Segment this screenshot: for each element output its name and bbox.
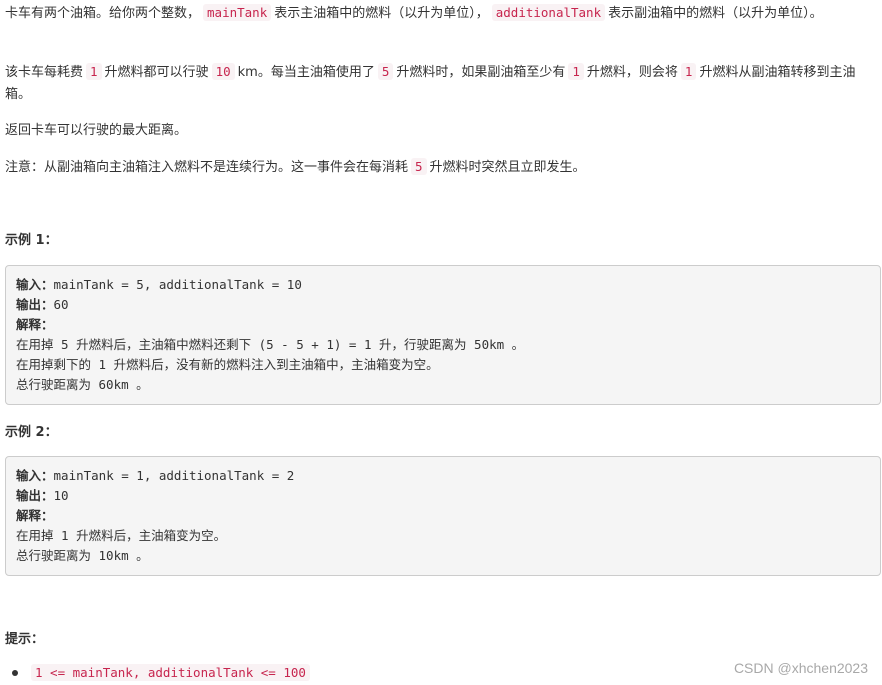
text: km。每当主油箱使用了 [237,65,375,80]
inline-code: 1 [680,63,697,80]
example-1-block: 输入：mainTank = 5, additionalTank = 10 输出：… [5,265,881,405]
hint-code: 1 <= mainTank, additionalTank <= 100 [31,664,310,681]
inline-code: 1 [568,63,584,80]
output-value: 60 [53,297,69,312]
hints-list: 1 <= mainTank, additionalTank <= 100 [5,663,310,684]
text: 升燃料时突然且立即发生。 [429,160,586,175]
problem-paragraph-3: 返回卡车可以行驶的最大距离。 [5,123,188,138]
text: 注意：从副油箱向主油箱注入燃料不是连续行为。这一事件会在每消耗 [5,160,409,175]
example-2-block: 输入：mainTank = 1, additionalTank = 2 输出：1… [5,456,881,576]
output-value: 10 [53,488,69,503]
inline-code: additionalTank [491,4,606,21]
inline-code: 5 [411,158,427,175]
output-label: 输出： [16,488,54,503]
problem-paragraph-2: 该卡车每耗费 1 升燃料都可以行驶 10 km。每当主油箱使用了 5 升燃料时，如果副油箱至… [5,61,877,106]
input-label: 输入： [16,468,54,483]
explain-text: 在用掉 5 升燃料后，主油箱中燃料还剩下 (5 - 5 + 1) = 1 升，行… [16,337,525,392]
explain-text: 在用掉 1 升燃料后，主油箱变为空。 总行驶距离为 10km 。 [16,528,227,563]
text: 表示主油箱中的燃料（以升为单位）， [274,6,489,21]
problem-note: 注意：从副油箱向主油箱注入燃料不是连续行为。这一事件会在每消耗 5 升燃料时突然且立… [5,156,586,179]
text: 升燃料时，如果副油箱至少有 [396,65,566,80]
text: 升燃料，则会将 [586,65,678,80]
input-value: mainTank = 1, additionalTank = 2 [53,468,295,483]
inline-code: mainTank [203,4,272,21]
explain-label: 解释： [16,508,54,523]
text: 该卡车每耗费 [5,65,84,80]
hints-title: 提示： [5,632,45,647]
text: 表示副油箱中的燃料（以升为单位）。 [608,6,823,21]
hint-item: 1 <= mainTank, additionalTank <= 100 [12,663,310,684]
input-value: mainTank = 5, additionalTank = 10 [53,277,302,292]
text: 升燃料都可以行驶 [104,65,209,80]
inline-code: 5 [377,63,394,80]
inline-code: 10 [211,63,235,80]
example-1-title: 示例 1： [5,233,58,248]
input-label: 输入： [16,277,54,292]
output-label: 输出： [16,297,54,312]
text: 卡车有两个油箱。给你两个整数， [5,6,201,21]
problem-paragraph-1: 卡车有两个油箱。给你两个整数， mainTank 表示主油箱中的燃料（以升为单位），… [5,2,865,25]
inline-code: 1 [86,63,102,80]
example-2-title: 示例 2： [5,425,58,440]
watermark: CSDN @xhchen2023 [733,660,868,676]
explain-label: 解释： [16,317,54,332]
